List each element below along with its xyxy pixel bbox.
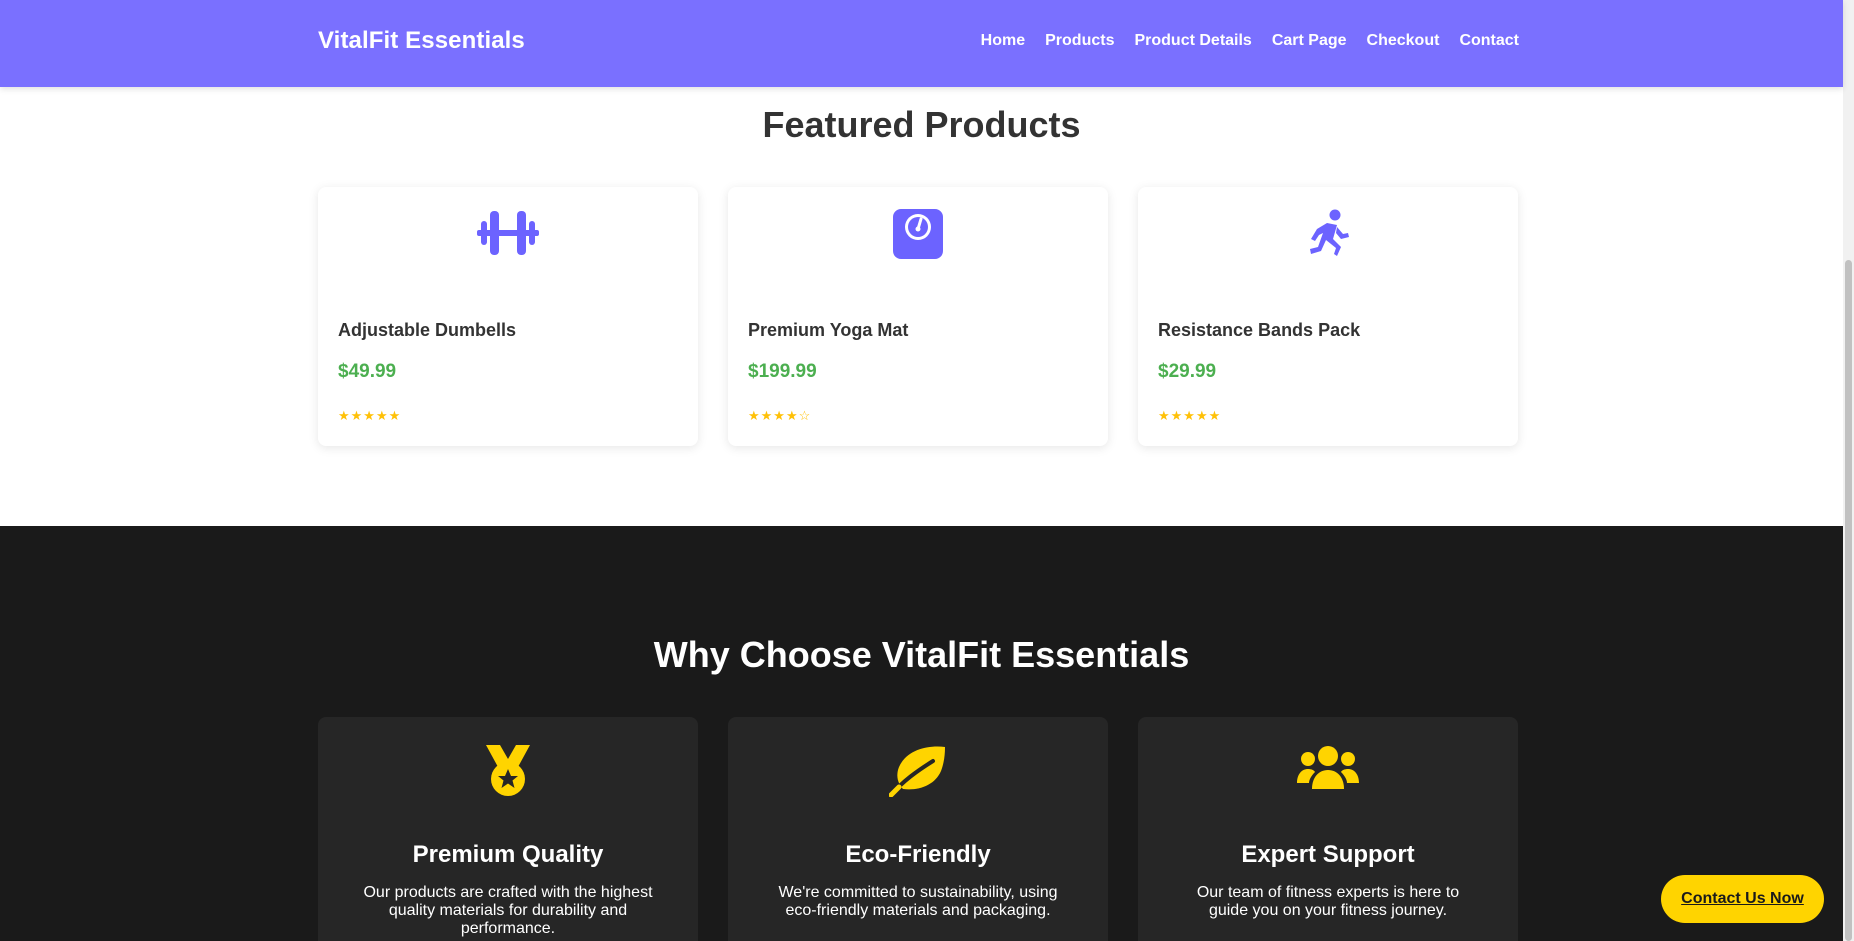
why-choose-section: Why Choose VitalFit Essentials Premium Q… [0, 526, 1843, 941]
feature-title: Premium Quality [412, 841, 604, 868]
nav-cart-page[interactable]: Cart Page [1272, 32, 1347, 50]
contact-us-now-button[interactable]: Contact Us Now [1661, 875, 1824, 923]
featured-products-heading: Featured Products [762, 104, 1081, 145]
feature-card: Expert Support Our team of fitness exper… [1138, 717, 1518, 941]
brand-logo-text[interactable]: VitalFit Essentials [318, 27, 525, 55]
weight-scale-icon [893, 209, 943, 259]
feature-title: Eco-Friendly [845, 841, 991, 868]
nav-checkout[interactable]: Checkout [1367, 32, 1440, 50]
feature-description: Our products are crafted with the highes… [363, 884, 653, 937]
feature-card: Premium Quality Our products are crafted… [318, 717, 698, 941]
feature-title: Expert Support [1241, 841, 1415, 868]
product-rating: ★★★★★ [1158, 408, 1222, 423]
main-nav: Home Products Product Details Cart Page … [981, 32, 1519, 50]
product-card-list: Adjustable Dumbells $49.99 ★★★★★ Premium… [318, 187, 1519, 446]
medal-icon [486, 745, 530, 796]
nav-contact[interactable]: Contact [1459, 32, 1519, 50]
feature-card-list: Premium Quality Our products are crafted… [318, 717, 1519, 941]
product-card[interactable]: Resistance Bands Pack $29.99 ★★★★★ [1138, 187, 1518, 446]
nav-products[interactable]: Products [1045, 32, 1114, 50]
product-name[interactable]: Adjustable Dumbells [338, 320, 516, 341]
nav-product-details[interactable]: Product Details [1134, 32, 1251, 50]
product-price: $29.99 [1158, 361, 1217, 382]
featured-products-section: Featured Products Adjustable Dumbells $4… [0, 87, 1843, 526]
product-name[interactable]: Resistance Bands Pack [1158, 320, 1360, 341]
feature-description: Our team of fitness experts is here to g… [1196, 884, 1460, 919]
product-card[interactable]: Adjustable Dumbells $49.99 ★★★★★ [318, 187, 698, 446]
page-scrollbar[interactable] [1843, 0, 1854, 941]
feature-card: Eco-Friendly We're committed to sustaina… [728, 717, 1108, 941]
product-rating: ★★★★★ [338, 408, 402, 423]
why-choose-heading: Why Choose VitalFit Essentials [653, 634, 1190, 675]
feature-description: We're committed to sustainability, using… [778, 884, 1058, 919]
top-navbar: VitalFit Essentials Home Products Produc… [0, 0, 1843, 87]
users-icon [1297, 746, 1359, 789]
product-price: $49.99 [338, 361, 397, 382]
product-rating: ★★★★☆ [748, 408, 812, 423]
product-price: $199.99 [748, 361, 817, 382]
running-person-icon [1310, 209, 1349, 256]
dumbbell-icon [477, 211, 539, 255]
scrollbar-thumb[interactable] [1845, 260, 1852, 941]
product-name[interactable]: Premium Yoga Mat [748, 320, 908, 341]
nav-home[interactable]: Home [981, 32, 1025, 50]
product-card[interactable]: Premium Yoga Mat $199.99 ★★★★☆ [728, 187, 1108, 446]
leaf-icon [889, 746, 945, 797]
